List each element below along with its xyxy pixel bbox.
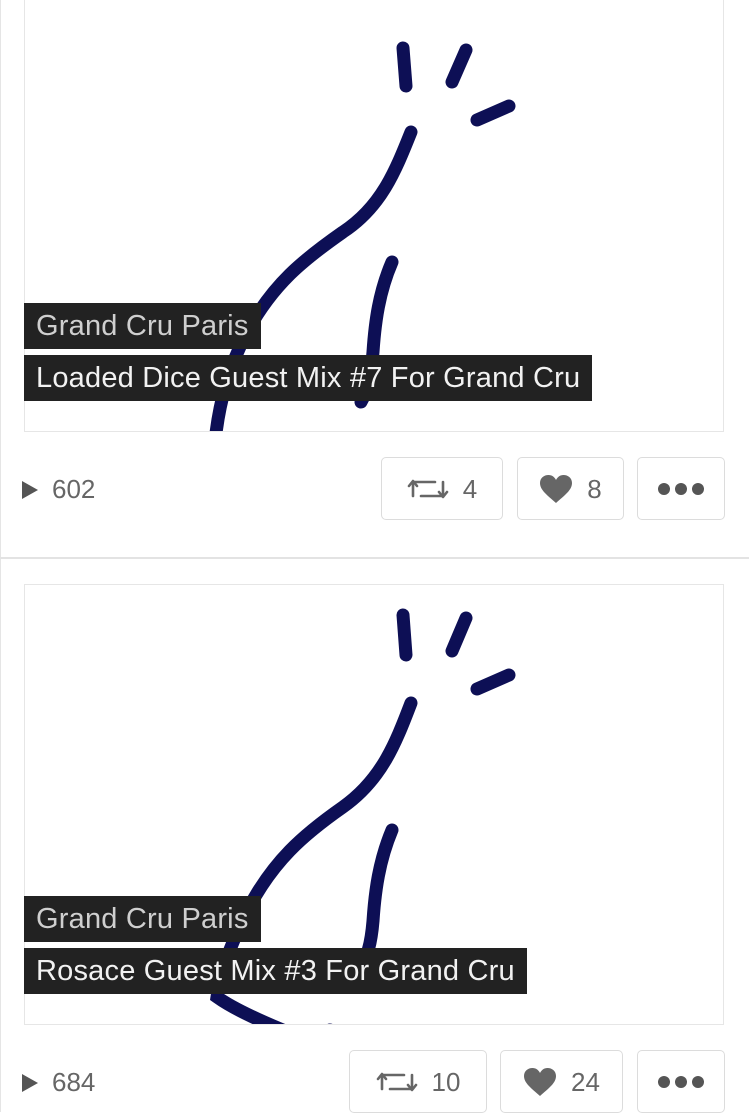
play-count: 684: [22, 1050, 95, 1115]
repost-count: 10: [431, 1066, 461, 1097]
repost-button[interactable]: 10: [349, 1050, 487, 1113]
track-user-label[interactable]: Grand Cru Paris: [24, 303, 261, 349]
play-count-value: 602: [52, 474, 96, 504]
like-count: 8: [587, 473, 602, 504]
track-title-label[interactable]: Loaded Dice Guest Mix #7 For Grand Cru: [24, 355, 593, 401]
card-separator: [0, 557, 749, 559]
track-user-label[interactable]: Grand Cru Paris: [24, 896, 261, 942]
feed-left-border: [0, 0, 1, 1112]
like-button[interactable]: 8: [517, 457, 624, 520]
repost-count: 4: [462, 473, 478, 504]
track-actions-row: 684 10 24: [0, 1050, 749, 1115]
like-button[interactable]: 24: [500, 1050, 623, 1113]
like-count: 24: [571, 1066, 600, 1097]
track-title-label[interactable]: Rosace Guest Mix #3 For Grand Cru: [24, 948, 527, 994]
play-icon: [22, 1073, 38, 1092]
repost-icon: [407, 476, 449, 502]
more-button[interactable]: [637, 1050, 725, 1113]
more-icon: [658, 482, 704, 495]
repost-button[interactable]: 4: [381, 457, 503, 520]
track-actions-row: 602 4 8: [0, 457, 749, 522]
play-icon: [22, 480, 38, 499]
play-count: 602: [22, 457, 95, 522]
more-icon: [658, 1075, 704, 1088]
play-count-value: 684: [52, 1067, 96, 1097]
heart-icon: [539, 474, 573, 504]
more-button[interactable]: [637, 457, 725, 520]
heart-icon: [523, 1067, 557, 1097]
repost-icon: [376, 1069, 418, 1095]
